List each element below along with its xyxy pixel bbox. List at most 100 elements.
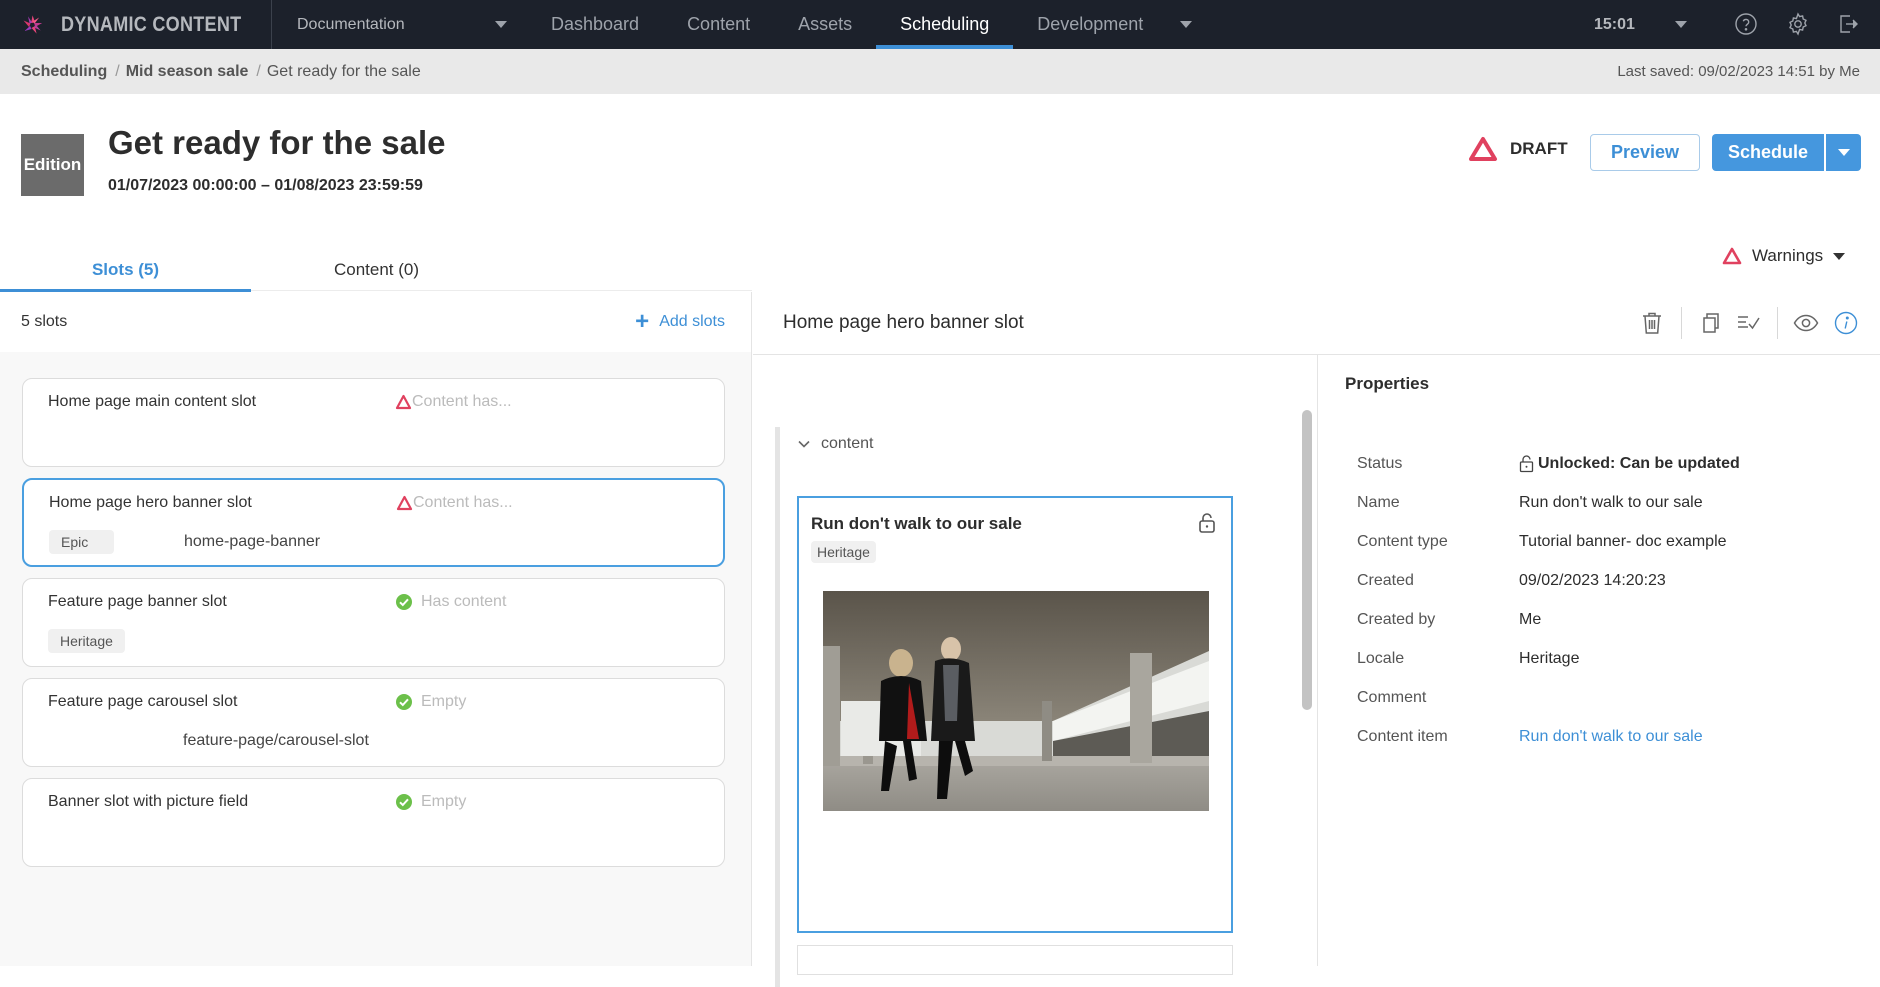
slot-key: home-page-banner <box>184 533 321 550</box>
property-value: Run don't walk to our sale <box>1519 493 1703 511</box>
warnings-dropdown[interactable]: Warnings <box>1722 246 1846 266</box>
content-item-link[interactable]: Run don't walk to our sale <box>1519 728 1703 746</box>
warning-triangle-icon <box>395 394 412 410</box>
clock[interactable]: 15:01 <box>1594 0 1635 49</box>
add-slots-button[interactable]: + Add slots <box>635 292 725 352</box>
slot-name: Home page hero banner slot <box>49 494 252 511</box>
slot-card[interactable]: Feature page carousel slot Empty feature… <box>22 678 725 767</box>
check-circle-icon <box>396 594 412 610</box>
nav-tab-label: Assets <box>798 14 853 34</box>
plus-icon: + <box>635 308 650 335</box>
edition-badge: Edition <box>21 134 84 196</box>
property-label: Comment <box>1357 688 1427 706</box>
last-saved: Last saved: 09/02/2023 14:51 by Me <box>1617 63 1860 80</box>
slot-locale: Epic <box>61 534 89 550</box>
check-circle-icon <box>396 694 412 710</box>
schedule-dropdown-button[interactable] <box>1826 134 1861 171</box>
property-label: Created by <box>1357 610 1436 628</box>
top-nav: DYNAMIC CONTENT Documentation Dashboard … <box>0 0 1880 49</box>
chevron-down-icon <box>495 21 507 28</box>
slot-card[interactable]: Banner slot with picture field Empty <box>22 778 725 867</box>
slot-name: Home page main content slot <box>48 393 257 410</box>
content-item-card[interactable]: Run don't walk to our sale Heritage <box>797 496 1233 933</box>
content-item-title: Run don't walk to our sale <box>811 514 1022 533</box>
content-item-image <box>823 591 1209 811</box>
slot-status-text: Empty <box>421 793 467 810</box>
copy-icon[interactable] <box>1698 310 1724 336</box>
main-nav: Dashboard Content Assets Scheduling Deve… <box>527 0 1167 49</box>
property-label: Status <box>1357 454 1403 472</box>
info-icon[interactable] <box>1833 310 1859 336</box>
warnings-label: Warnings <box>1752 246 1824 265</box>
tab-slots[interactable]: Slots (5) <box>0 248 251 292</box>
check-circle-icon <box>396 794 412 810</box>
warning-triangle-icon <box>1722 247 1742 265</box>
nav-tab-label: Dashboard <box>551 14 640 34</box>
nav-tab-content[interactable]: Content <box>663 0 774 49</box>
clock-dropdown-icon[interactable] <box>1675 21 1687 28</box>
logout-icon[interactable] <box>1836 12 1860 36</box>
nav-tab-scheduling[interactable]: Scheduling <box>876 0 1014 49</box>
slot-card[interactable]: Home page hero banner slot Content has..… <box>22 478 725 567</box>
hub-selector[interactable]: Documentation <box>297 0 507 49</box>
slot-status: Content has... <box>396 494 513 512</box>
slot-status-text: Content has... <box>413 494 513 511</box>
breadcrumb: Scheduling / Mid season sale / Get ready… <box>0 49 1880 94</box>
slots-header: 5 slots + Add slots <box>0 292 751 352</box>
slot-status-text: Has content <box>421 593 507 610</box>
nav-tab-dashboard[interactable]: Dashboard <box>527 0 663 49</box>
settings-icon[interactable] <box>1786 12 1810 36</box>
content-item-locale: Heritage <box>811 541 876 563</box>
content-section-label: content <box>821 435 874 452</box>
property-value: 09/02/2023 14:20:23 <box>1519 571 1666 589</box>
nav-tab-assets[interactable]: Assets <box>774 0 876 49</box>
preview-icon[interactable] <box>1793 310 1819 336</box>
breadcrumb-current: Get ready for the sale <box>266 62 421 80</box>
logo-icon <box>23 14 43 34</box>
property-comment: Comment <box>1357 678 1519 717</box>
slot-detail-header: Home page hero banner slot <box>753 292 1880 355</box>
slot-status-text: Content has... <box>412 393 512 410</box>
edition-dates: 01/07/2023 00:00:00 – 01/08/2023 23:59:5… <box>108 177 423 194</box>
slot-status: Content has... <box>395 393 512 411</box>
nav-tab-label: Scheduling <box>900 14 990 34</box>
tab-content[interactable]: Content (0) <box>251 248 502 291</box>
property-label: Content item <box>1357 727 1448 745</box>
add-slots-label: Add slots <box>659 313 725 330</box>
property-label: Name <box>1357 493 1400 511</box>
slot-name: Banner slot with picture field <box>48 793 249 810</box>
slot-locale: Heritage <box>60 633 113 649</box>
delete-icon[interactable] <box>1639 310 1665 336</box>
content-section-toggle[interactable]: content <box>797 435 873 453</box>
nav-tab-development[interactable]: Development <box>1013 0 1167 49</box>
nav-more-dropdown-icon[interactable] <box>1180 21 1192 28</box>
content-item-card-next[interactable] <box>797 945 1233 975</box>
breadcrumb-scheduling[interactable]: Scheduling <box>21 63 107 81</box>
status-label: DRAFT <box>1510 139 1568 158</box>
app-logo[interactable]: DYNAMIC CONTENT <box>0 0 272 49</box>
validate-icon[interactable] <box>1735 310 1761 336</box>
property-name: Name Run don't walk to our sale <box>1357 483 1703 522</box>
schedule-button[interactable]: Schedule <box>1712 134 1824 171</box>
property-status: Status Unlocked: Can be updated <box>1357 444 1740 483</box>
hub-name: Documentation <box>297 15 405 33</box>
property-content-type: Content type Tutorial banner- doc exampl… <box>1357 522 1727 561</box>
slot-card[interactable]: Feature page banner slot Has content Her… <box>22 578 725 667</box>
property-created: Created 09/02/2023 14:20:23 <box>1357 561 1666 600</box>
property-value: Heritage <box>1519 649 1580 667</box>
scrollbar[interactable] <box>1302 410 1312 710</box>
property-value: Unlocked: Can be updated <box>1519 455 1740 473</box>
property-label: Locale <box>1357 649 1405 667</box>
preview-button[interactable]: Preview <box>1590 134 1700 171</box>
unlock-icon[interactable] <box>1197 512 1217 534</box>
breadcrumb-separator: / <box>256 62 261 80</box>
slot-detail-title: Home page hero banner slot <box>783 312 1024 333</box>
breadcrumb-event[interactable]: Mid season sale <box>126 63 249 81</box>
property-value: Me <box>1519 610 1542 628</box>
slot-card[interactable]: Home page main content slot Content has.… <box>22 378 725 467</box>
help-icon[interactable] <box>1734 12 1758 36</box>
page-title: Get ready for the sale <box>108 124 446 161</box>
slot-status: Empty <box>395 693 466 711</box>
unlock-icon <box>1519 454 1534 472</box>
chevron-down-icon <box>1833 252 1846 260</box>
